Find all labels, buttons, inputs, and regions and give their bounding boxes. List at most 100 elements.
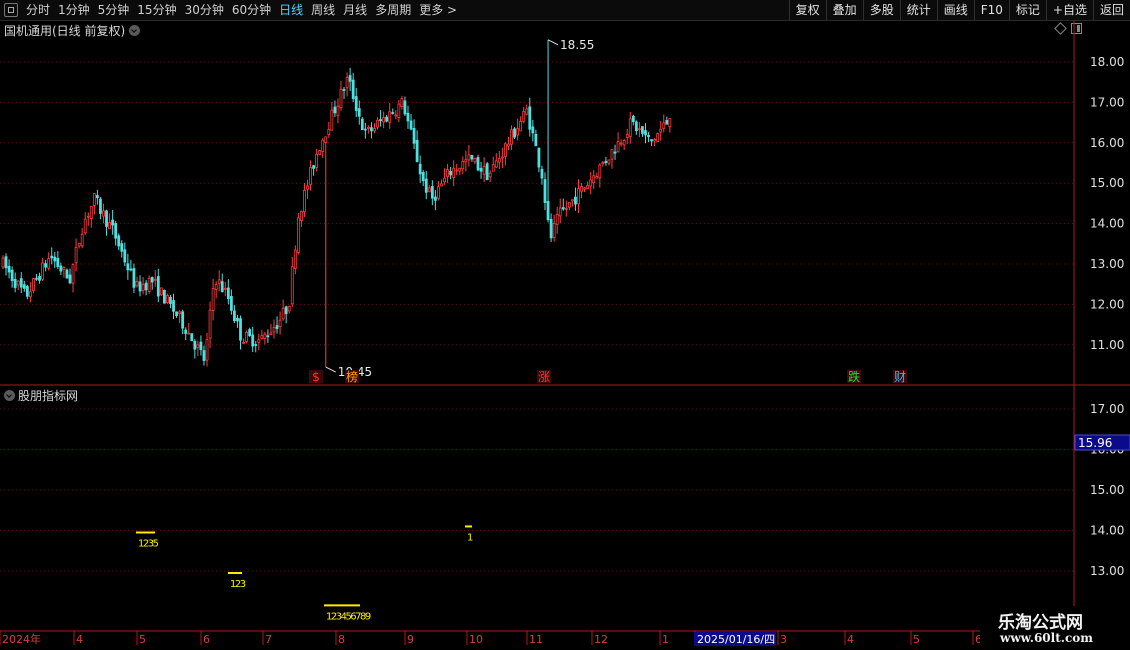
candle-body (647, 135, 650, 138)
candle-body (126, 263, 130, 271)
candle-body (412, 127, 416, 144)
watermark-url: www.60lt.com (1000, 631, 1093, 645)
candle-body (464, 159, 468, 163)
time-axis-label: 10 (469, 633, 483, 646)
candle-body (598, 164, 602, 179)
candle-body (488, 172, 492, 178)
candle-body (500, 156, 504, 159)
candle-body (470, 155, 474, 160)
candle-body (32, 278, 35, 291)
candle-body (226, 287, 230, 300)
candle-body (251, 334, 255, 347)
candle-body (440, 183, 443, 187)
candle-body (485, 163, 489, 181)
candle-body (424, 178, 428, 193)
candle-body (342, 89, 346, 91)
main-y-tick-label: 14.00 (1090, 217, 1124, 231)
candle-body (516, 128, 520, 136)
candle-body (458, 167, 462, 172)
time-axis-label: 2025/01/16/四 (697, 633, 775, 646)
candle-body (300, 211, 303, 221)
candle-body (199, 341, 203, 351)
candle-body (662, 122, 666, 129)
candle-body (482, 166, 486, 175)
candle-body (473, 158, 477, 163)
candle-body (229, 295, 233, 311)
time-axis-label: 8 (338, 633, 345, 646)
candle-body (634, 121, 638, 132)
main-y-tick-label: 16.00 (1090, 136, 1124, 150)
candle-body (616, 141, 620, 153)
candle-body (601, 162, 605, 164)
candle-body (248, 329, 252, 337)
candle-body (394, 114, 398, 117)
candle-body (510, 129, 513, 145)
candle-body (25, 285, 29, 297)
candle-body (50, 255, 54, 259)
candle-body (312, 165, 315, 169)
candle-body (583, 187, 586, 190)
candle-body (415, 139, 419, 163)
watermark-name: 乐淘公式网 (998, 613, 1083, 633)
candle-body (117, 235, 121, 247)
candle-body (196, 344, 200, 348)
candle-body (522, 111, 526, 122)
signal-label-3: 123456789 (326, 611, 371, 622)
candle-body (287, 306, 291, 312)
candle-body (47, 258, 51, 269)
candle-body (558, 207, 562, 217)
candle-body (376, 119, 379, 128)
candle-body (242, 342, 245, 344)
candle-body (406, 112, 410, 122)
candle-body (391, 112, 395, 114)
candle-body (193, 340, 197, 350)
candle-body (336, 105, 340, 117)
low-pointer (325, 366, 336, 373)
candle-body (333, 106, 337, 114)
candle-body (19, 278, 23, 288)
event-marker-0: $ (312, 370, 320, 384)
main-y-tick-label: 12.00 (1090, 297, 1124, 311)
candle-body (397, 103, 401, 118)
indicator-y-tick-label: 14.00 (1090, 524, 1124, 538)
candle-body (628, 118, 632, 137)
candle-body (105, 210, 108, 227)
candle-body (360, 118, 364, 131)
candle-body (491, 164, 495, 172)
candle-body (574, 196, 577, 205)
candle-body (589, 179, 593, 187)
candle-body (281, 307, 285, 320)
candle-body (53, 256, 57, 262)
candle-body (135, 281, 139, 287)
candle-body (89, 205, 93, 219)
candle-body (169, 296, 172, 304)
candle-body (595, 176, 599, 179)
candle-body (665, 120, 669, 125)
candle-body (543, 179, 547, 203)
candle-body (497, 158, 501, 163)
candle-body (345, 77, 349, 89)
candle-body (461, 161, 465, 170)
candle-body (607, 159, 611, 164)
candle-body (141, 284, 145, 292)
indicator-y-tick-label: 15.00 (1090, 483, 1124, 497)
candle-body (150, 276, 154, 283)
candle-body (175, 311, 178, 316)
candle-body (108, 221, 111, 230)
candle-body (610, 149, 614, 160)
candle-body (162, 290, 166, 304)
candle-body (659, 128, 663, 133)
kline-chart[interactable]: 18.00 17.00 16.00 15.00 14.00 13.00 12.00 11.00… (0, 0, 1130, 650)
watermark: 乐淘公式网 www.60lt.com (980, 606, 1130, 650)
candle-body (269, 332, 273, 336)
candle-body (38, 275, 41, 281)
main-y-tick-label: 18.00 (1090, 55, 1124, 69)
candle-body (351, 79, 355, 100)
candle-body (114, 223, 118, 239)
candle-body (321, 139, 325, 152)
candle-body (339, 88, 343, 109)
candle-body (62, 267, 66, 270)
candle-body (306, 185, 309, 190)
candle-body (83, 218, 87, 234)
candle-body (205, 339, 209, 361)
